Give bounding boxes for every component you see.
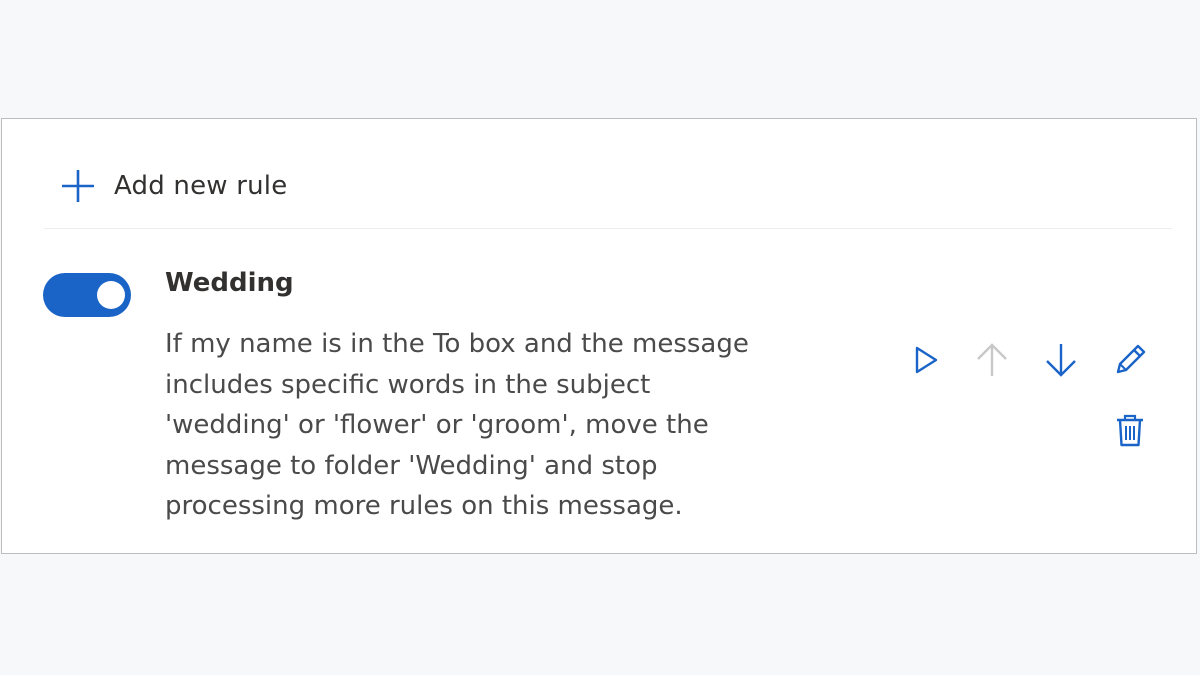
rule-description-line: message to folder 'Wedding' and stop [165, 450, 658, 481]
run-rule-button[interactable] [903, 338, 947, 382]
rule-description: If my name is in the To box and the mess… [165, 324, 785, 527]
toggle-knob [97, 281, 125, 309]
pencil-icon [1116, 344, 1146, 374]
plus-icon [58, 166, 98, 206]
add-new-rule-button[interactable]: Add new rule [58, 164, 287, 208]
move-rule-up-button[interactable] [970, 338, 1014, 382]
move-rule-down-button[interactable] [1039, 338, 1083, 382]
play-icon [915, 346, 938, 374]
edit-rule-button[interactable] [1108, 338, 1152, 382]
rule-enabled-toggle[interactable] [43, 273, 131, 317]
add-new-rule-label: Add new rule [114, 171, 288, 201]
arrow-up-icon [977, 343, 1007, 376]
rule-name: Wedding [165, 268, 294, 298]
rule-description-line: processing more rules on this message. [165, 491, 683, 521]
trash-icon [1117, 414, 1143, 447]
arrow-down-icon [1046, 344, 1076, 377]
rule-description-line: If my name is in the To box and the mess… [165, 329, 749, 359]
rule-description-line: includes specific words in the subject [165, 369, 651, 400]
rule-description-line: 'wedding' or 'flower' or 'groom', move t… [165, 410, 709, 440]
delete-rule-button[interactable] [1108, 408, 1152, 452]
divider [44, 228, 1172, 229]
